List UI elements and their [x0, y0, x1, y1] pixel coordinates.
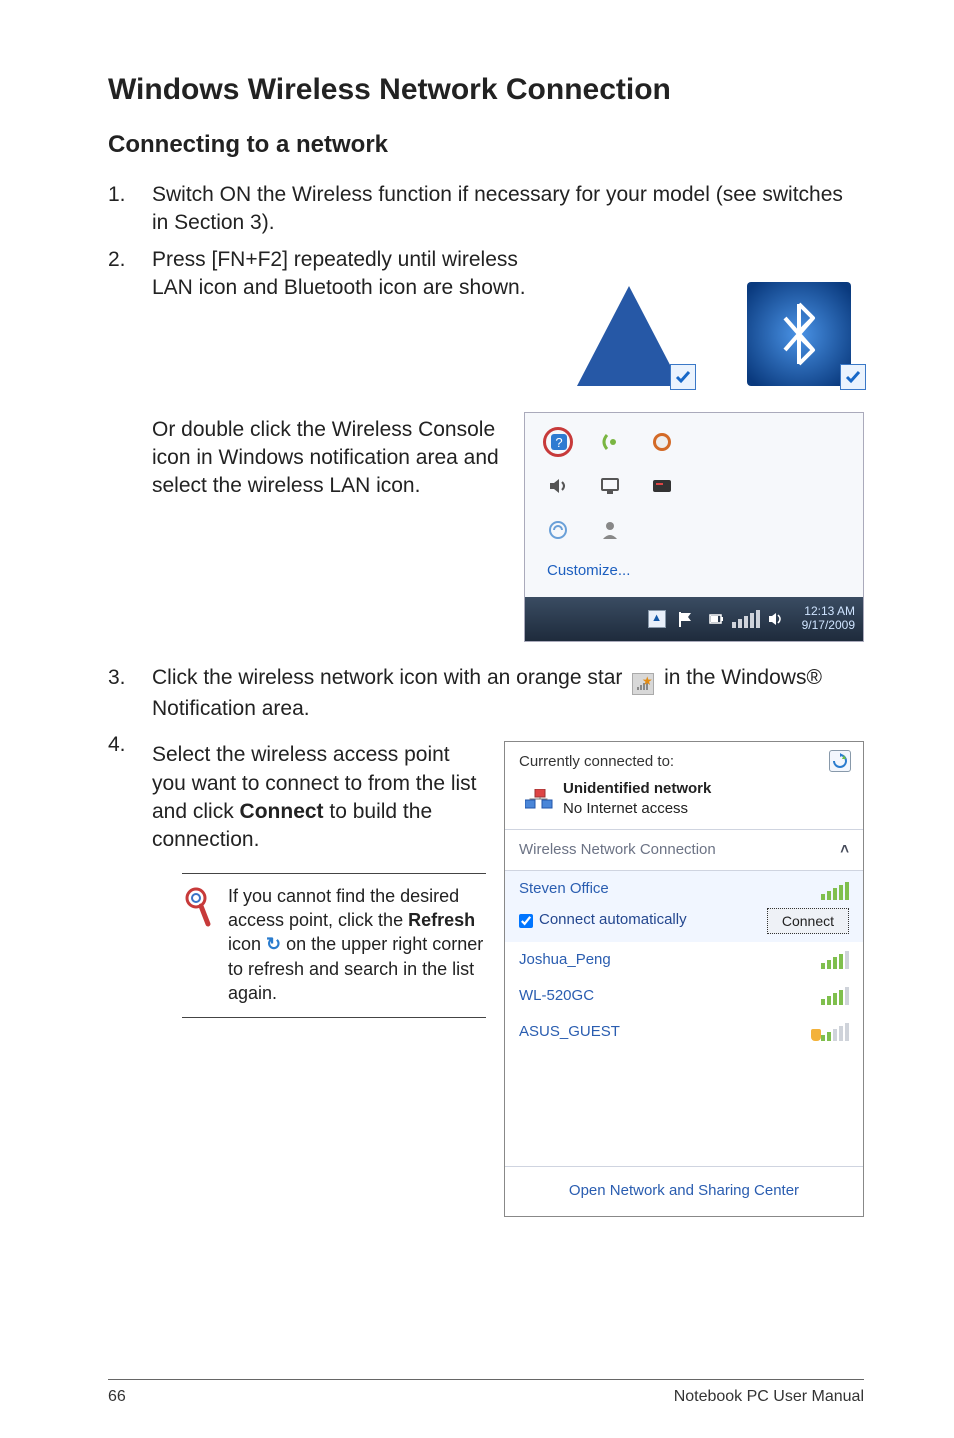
taskbar: ▲ 12:13 A — [525, 597, 863, 641]
signal-icon — [821, 987, 849, 1005]
tray-icon[interactable] — [647, 471, 677, 501]
clock-time: 12:13 AM — [804, 604, 855, 618]
step-text: Select the wireless access point you wan… — [152, 741, 486, 854]
connect-auto-checkbox[interactable]: Connect automatically — [519, 910, 687, 930]
tray-icon[interactable] — [595, 515, 625, 545]
step-text: Switch ON the Wireless function if neces… — [152, 181, 864, 238]
flag-icon[interactable] — [676, 609, 696, 629]
network-icon — [525, 789, 553, 809]
network-star-icon: ★ — [632, 673, 654, 695]
power-icon[interactable] — [706, 609, 726, 629]
tray-icon[interactable] — [543, 515, 573, 545]
checkbox[interactable] — [519, 914, 533, 928]
flyout-heading: Currently connected to: — [519, 752, 849, 772]
access-point[interactable]: WL-520GC — [505, 978, 863, 1014]
network-tray-icon[interactable] — [736, 609, 756, 629]
note-text: If you cannot find the desired access po… — [228, 884, 486, 1005]
access-point[interactable]: Joshua_Peng — [505, 942, 863, 978]
system-tray-popup: ? — [524, 412, 864, 642]
svg-text:?: ? — [555, 435, 562, 450]
refresh-button[interactable] — [829, 750, 851, 772]
magnifier-icon — [184, 884, 218, 1005]
wlan-icon — [564, 246, 694, 386]
access-point[interactable]: ASUS_GUEST — [505, 1014, 863, 1050]
volume-icon[interactable] — [766, 609, 786, 629]
page-title: Windows Wireless Network Connection — [108, 70, 864, 111]
signal-icon — [821, 951, 849, 969]
step-text: Press [FN+F2] repeatedly until wireless … — [152, 246, 534, 303]
monitor-icon[interactable] — [595, 471, 625, 501]
open-network-center-link[interactable]: Open Network and Sharing Center — [505, 1166, 863, 1215]
signal-icon — [821, 1023, 849, 1041]
checkmark-icon — [670, 364, 696, 390]
wireless-console-icon[interactable]: ? — [543, 427, 573, 457]
tray-expand-icon[interactable]: ▲ — [648, 610, 666, 628]
signal-icon — [821, 879, 849, 899]
customize-link[interactable]: Customize... — [543, 559, 845, 591]
tray-icon[interactable] — [647, 427, 677, 457]
ap-name: Steven Office — [519, 879, 609, 899]
wireless-section-header[interactable]: Wireless Network Connection ˄ — [505, 830, 863, 871]
step-text: Click the wireless network icon with an … — [152, 664, 864, 723]
connect-button[interactable]: Connect — [767, 908, 849, 934]
taskbar-clock[interactable]: 12:13 AM 9/17/2009 — [796, 605, 855, 633]
checkmark-icon — [840, 364, 866, 390]
clock-date: 9/17/2009 — [802, 618, 855, 632]
page-number: 66 — [108, 1386, 126, 1408]
ap-name: ASUS_GUEST — [519, 1022, 620, 1042]
section-heading: Connecting to a network — [108, 129, 864, 161]
connection-status: Unidentified network No Internet access — [563, 779, 711, 820]
refresh-icon: ↻ — [266, 932, 281, 956]
ap-name: WL-520GC — [519, 986, 594, 1006]
note-box: If you cannot find the desired access po… — [182, 873, 486, 1018]
step-number: 1. — [108, 181, 152, 238]
tray-icon[interactable] — [595, 427, 625, 457]
footer-label: Notebook PC User Manual — [674, 1386, 864, 1408]
ap-name: Joshua_Peng — [519, 950, 611, 970]
step-number: 2. — [108, 246, 152, 642]
step-number: 4. — [108, 731, 152, 1216]
access-point-selected[interactable]: Steven Office Connect automatically Conn… — [505, 871, 863, 941]
volume-icon[interactable] — [543, 471, 573, 501]
chevron-up-icon: ˄ — [840, 840, 849, 860]
step-text: Or double click the Wireless Console ico… — [152, 412, 510, 642]
network-flyout: Currently connected to: Unidentified net… — [504, 741, 864, 1216]
bluetooth-icon — [734, 246, 864, 386]
step-number: 3. — [108, 664, 152, 723]
